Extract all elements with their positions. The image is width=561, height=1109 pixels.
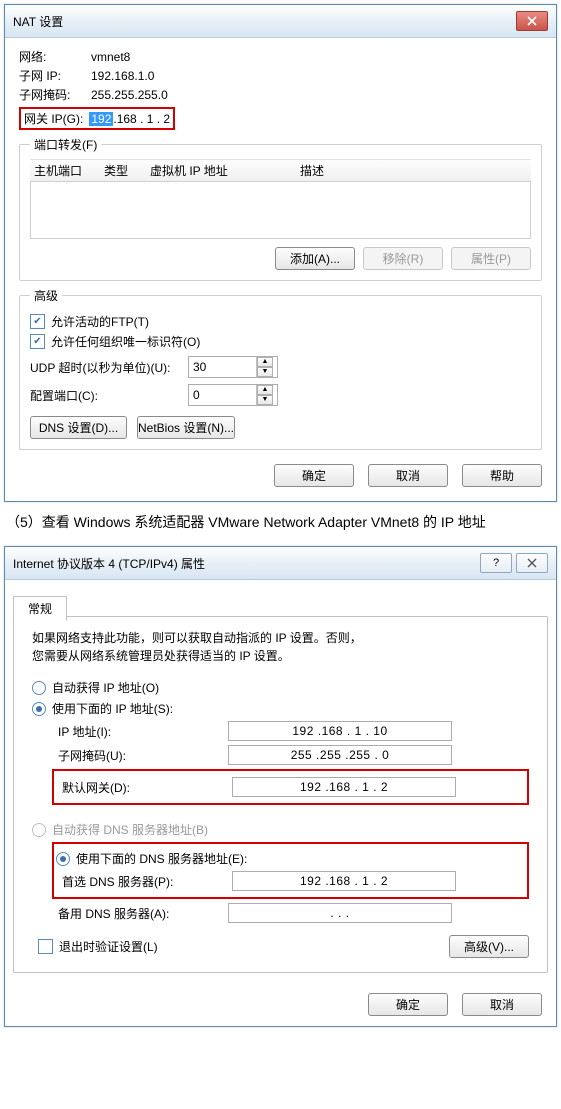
radio-icon[interactable] [32,681,46,695]
window-title: NAT 设置 [13,13,63,30]
gateway-label: 网关 IP(G): [24,110,83,127]
col-type[interactable]: 类型 [104,162,150,179]
advanced-group: 高级 ✔ 允许活动的FTP(T) ✔ 允许任何组织唯一标识符(O) UDP 超时… [19,287,542,450]
help-icon[interactable]: ? [480,553,512,573]
ok-button[interactable]: 确定 [274,464,354,487]
pref-dns-label: 首选 DNS 服务器(P): [62,873,232,890]
config-port-label: 配置端口(C): [30,387,180,404]
add-button[interactable]: 添加(A)... [275,247,355,270]
checkbox-icon[interactable]: ✔ [30,314,45,329]
subnet-ip-value: 192.168.1.0 [91,69,154,83]
col-vmip[interactable]: 虚拟机 IP 地址 [150,162,300,179]
pf-table-header: 主机端口 类型 虚拟机 IP 地址 描述 [30,159,531,182]
document-step-text: （5）查看 Windows 系统适配器 VMware Network Adapt… [6,512,557,532]
network-label: 网络: [19,48,91,65]
udp-timeout-label: UDP 超时(以秒为单位)(U): [30,359,180,376]
gateway-rest[interactable]: .168 . 1 . 2 [113,112,170,126]
netbios-settings-button[interactable]: NetBios 设置(N)... [137,416,235,439]
row-network: 网络: vmnet8 [19,48,542,65]
col-hostport[interactable]: 主机端口 [34,162,104,179]
subnet-ip-label: 子网 IP: [19,67,91,84]
port-forward-legend: 端口转发(F) [30,136,101,153]
cancel-button[interactable]: 取消 [462,993,542,1016]
ip-address-label: IP 地址(I): [58,723,228,740]
pf-buttons: 添加(A)... 移除(R) 属性(P) [30,247,531,270]
advanced-legend: 高级 [30,287,62,304]
udp-timeout-value: 30 [193,360,206,374]
radio-icon[interactable] [56,852,70,866]
pref-dns-input[interactable]: 192 .168 . 1 . 2 [232,871,456,891]
titlebar-buttons [516,11,548,31]
subnet-mask-row: 子网掩码(U): 255 .255 .255 . 0 [58,745,529,765]
udp-timeout-row: UDP 超时(以秒为单位)(U): 30 ▲▼ [30,356,531,378]
subnet-mask-label: 子网掩码: [19,86,91,103]
close-icon[interactable] [516,553,548,573]
config-port-value: 0 [193,388,200,402]
row-subnet-ip: 子网 IP: 192.168.1.0 [19,67,542,84]
titlebar-buttons: ? [480,553,548,573]
dns-settings-button[interactable]: DNS 设置(D)... [30,416,127,439]
pf-table-body[interactable] [30,182,531,239]
row-subnet-mask: 子网掩码: 255.255.255.0 [19,86,542,103]
general-tab-panel: 常规 如果网络支持此功能，则可以获取自动指派的 IP 设置。否则， 您需要从网络… [13,616,548,973]
description-text: 如果网络支持此功能，则可以获取自动指派的 IP 设置。否则， 您需要从网络系统管… [32,629,529,665]
radio-icon [32,823,46,837]
allow-ftp-row[interactable]: ✔ 允许活动的FTP(T) [30,313,531,330]
cancel-button[interactable]: 取消 [368,464,448,487]
help-button[interactable]: 帮助 [462,464,542,487]
allow-ftp-label: 允许活动的FTP(T) [51,313,149,330]
nat-body: 网络: vmnet8 子网 IP: 192.168.1.0 子网掩码: 255.… [5,38,556,501]
titlebar: NAT 设置 [5,5,556,38]
alt-dns-input[interactable]: . . . [228,903,452,923]
ipv4-properties-window: Internet 协议版本 4 (TCP/IPv4) 属性 ? 常规 如果网络支… [4,546,557,1027]
dns-highlight: 使用下面的 DNS 服务器地址(E): 首选 DNS 服务器(P): 192 .… [52,842,529,899]
col-desc[interactable]: 描述 [300,162,527,179]
subnet-mask-value: 255.255.255.0 [91,88,168,102]
subnet-mask-label: 子网掩码(U): [58,747,228,764]
gateway-input[interactable]: 192 .168 . 1 . 2 [232,777,456,797]
ip-address-row: IP 地址(I): 192 .168 . 1 . 10 [58,721,529,741]
spinner-icon[interactable]: ▲▼ [256,357,273,377]
alt-dns-row: 备用 DNS 服务器(A): . . . [58,903,529,923]
gateway-highlight: 默认网关(D): 192 .168 . 1 . 2 [52,769,529,805]
checkbox-icon[interactable]: ✔ [30,334,45,349]
ipv4-footer: 确定 取消 [5,983,556,1026]
gateway-label: 默认网关(D): [62,779,232,796]
radio-icon[interactable] [32,702,46,716]
radio-auto-dns: 自动获得 DNS 服务器地址(B) [32,821,529,838]
pref-dns-row: 首选 DNS 服务器(P): 192 .168 . 1 . 2 [62,871,525,891]
properties-button: 属性(P) [451,247,531,270]
config-port-input[interactable]: 0 ▲▼ [188,384,278,406]
allow-org-label: 允许任何组织唯一标识符(O) [51,333,200,350]
titlebar: Internet 协议版本 4 (TCP/IPv4) 属性 ? [5,547,556,580]
remove-button: 移除(R) [363,247,443,270]
radio-use-ip[interactable]: 使用下面的 IP 地址(S): [32,700,529,717]
radio-use-dns[interactable]: 使用下面的 DNS 服务器地址(E): [56,850,525,867]
advanced-row: ✔ 退出时验证设置(L) 高级(V)... [32,935,529,958]
validate-on-exit-row[interactable]: ✔ 退出时验证设置(L) [38,938,158,955]
ip-address-input[interactable]: 192 .168 . 1 . 10 [228,721,452,741]
gateway-highlight: 网关 IP(G): 192 .168 . 1 . 2 [19,107,175,130]
allow-org-row[interactable]: ✔ 允许任何组织唯一标识符(O) [30,333,531,350]
adv-btns: DNS 设置(D)... NetBios 设置(N)... [30,416,531,439]
gateway-row: 默认网关(D): 192 .168 . 1 . 2 [62,777,525,797]
close-icon[interactable] [516,11,548,31]
udp-timeout-input[interactable]: 30 ▲▼ [188,356,278,378]
config-port-row: 配置端口(C): 0 ▲▼ [30,384,531,406]
network-value: vmnet8 [91,50,130,64]
window-title: Internet 协议版本 4 (TCP/IPv4) 属性 [13,555,205,572]
tab-general[interactable]: 常规 [13,596,67,621]
subnet-mask-input[interactable]: 255 .255 .255 . 0 [228,745,452,765]
alt-dns-label: 备用 DNS 服务器(A): [58,905,228,922]
spinner-icon[interactable]: ▲▼ [256,385,273,405]
nat-settings-window: NAT 设置 网络: vmnet8 子网 IP: 192.168.1.0 子网掩… [4,4,557,502]
checkbox-icon[interactable]: ✔ [38,939,53,954]
ok-button[interactable]: 确定 [368,993,448,1016]
gateway-oct1-selected[interactable]: 192 [89,112,113,126]
advanced-button[interactable]: 高级(V)... [449,935,529,958]
radio-auto-ip[interactable]: 自动获得 IP 地址(O) [32,679,529,696]
nat-footer: 确定 取消 帮助 [19,464,542,487]
port-forward-group: 端口转发(F) 主机端口 类型 虚拟机 IP 地址 描述 添加(A)... 移除… [19,136,542,281]
